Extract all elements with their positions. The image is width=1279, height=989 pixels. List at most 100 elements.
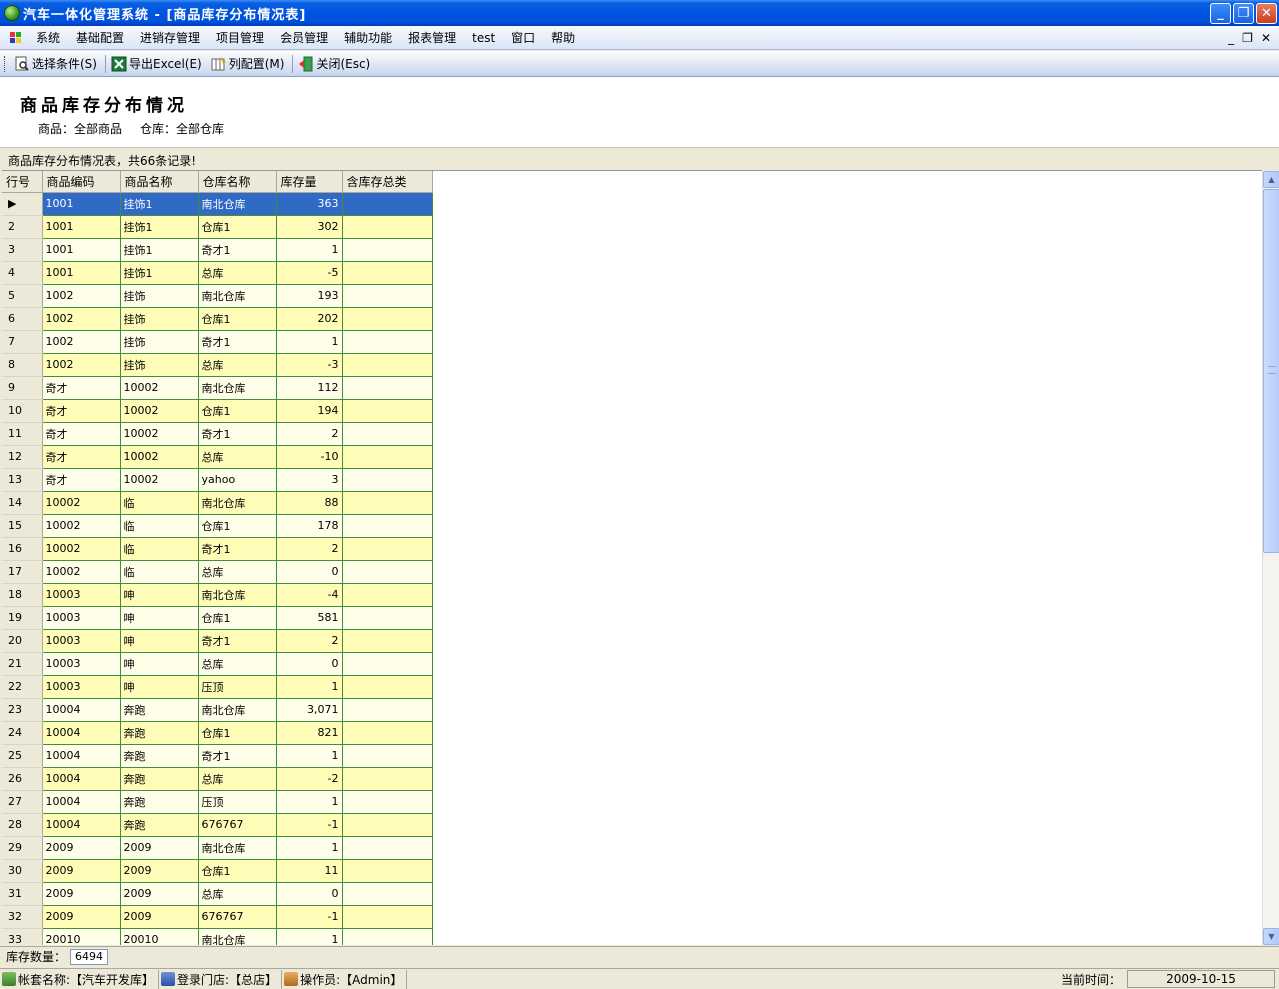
menu-project[interactable]: 项目管理: [208, 29, 272, 46]
cell-stock-qty[interactable]: -10: [275, 444, 343, 469]
cell-row-number[interactable]: 4: [2, 261, 43, 285]
cell-product-name[interactable]: 10002: [119, 375, 199, 400]
cell-product-code[interactable]: 20010: [41, 927, 121, 945]
menu-inventory[interactable]: 进销存管理: [132, 29, 208, 46]
cell-row-number[interactable]: 31: [2, 882, 43, 906]
cell-stock-qty[interactable]: 202: [275, 306, 343, 331]
cell-warehouse-name[interactable]: 奇才1: [197, 237, 277, 262]
cell-product-code[interactable]: 1002: [41, 306, 121, 331]
cell-row-number[interactable]: 27: [2, 790, 43, 814]
cell-stock-qty[interactable]: -1: [275, 904, 343, 929]
column-config-button[interactable]: 列配置(M): [208, 53, 291, 75]
cell-stock-qty[interactable]: 194: [275, 398, 343, 423]
cell-warehouse-name[interactable]: 仓库1: [197, 858, 277, 883]
scroll-down-arrow-icon[interactable]: ▼: [1263, 928, 1279, 945]
table-row[interactable]: 33 20010 20010 南北仓库 1: [2, 927, 433, 945]
cell-row-number[interactable]: 22: [2, 675, 43, 699]
table-row[interactable]: 6 1002 挂饰 仓库1 202: [2, 306, 433, 331]
table-row[interactable]: 19 10003 呻仓库1 581: [2, 605, 433, 630]
cell-product-code[interactable]: 奇才: [41, 375, 121, 400]
table-row[interactable]: 24 10004 奔跑 仓库1 821: [2, 720, 433, 745]
cell-stock-qty[interactable]: 2: [275, 628, 343, 653]
cell-stock-qty[interactable]: 1: [275, 329, 343, 354]
cell-stock-category[interactable]: [341, 628, 433, 653]
cell-stock-category[interactable]: [341, 697, 433, 722]
cell-product-code[interactable]: 10003: [41, 674, 121, 699]
cell-stock-qty[interactable]: 0: [275, 559, 343, 584]
cell-product-code[interactable]: 2009: [41, 835, 121, 860]
cell-row-number[interactable]: 9: [2, 376, 43, 400]
cell-stock-qty[interactable]: 302: [275, 214, 343, 239]
cell-stock-qty[interactable]: 363: [275, 191, 343, 216]
cell-product-name[interactable]: 10002: [119, 467, 199, 492]
cell-warehouse-name[interactable]: 南北仓库: [197, 582, 277, 607]
mdi-close-button[interactable]: ✕: [1261, 31, 1271, 45]
cell-product-code[interactable]: 10004: [41, 766, 121, 791]
menu-test[interactable]: test: [464, 31, 503, 45]
cell-product-name[interactable]: 奔跑: [119, 789, 199, 814]
table-row[interactable]: 27 10004 奔跑 压顶 1: [2, 789, 433, 814]
cell-product-name[interactable]: 挂饰1: [119, 214, 199, 239]
cell-warehouse-name[interactable]: 压顶: [197, 789, 277, 814]
cell-product-name[interactable]: 挂饰1: [119, 237, 199, 262]
cell-stock-qty[interactable]: -4: [275, 582, 343, 607]
table-row[interactable]: 29 2009 2009 南北仓库 1: [2, 835, 433, 860]
cell-row-number[interactable]: 18: [2, 583, 43, 607]
cell-warehouse-name[interactable]: 南北仓库: [197, 490, 277, 515]
cell-row-number[interactable]: 26: [2, 767, 43, 791]
table-row[interactable]: 5 1002 挂饰 南北仓库 193: [2, 283, 433, 308]
cell-warehouse-name[interactable]: 总库: [197, 766, 277, 791]
cell-stock-category[interactable]: [341, 766, 433, 791]
table-row[interactable]: 25 10004 奔跑 奇才1 1: [2, 743, 433, 768]
mdi-minimize-button[interactable]: _: [1228, 31, 1234, 45]
cell-product-name[interactable]: 挂饰1: [119, 260, 199, 285]
cell-product-name[interactable]: 呻: [119, 651, 199, 676]
cell-product-name[interactable]: 10002: [119, 444, 199, 469]
cell-warehouse-name[interactable]: 奇才1: [197, 628, 277, 653]
cell-product-name[interactable]: 20010: [119, 927, 199, 945]
cell-warehouse-name[interactable]: 676767: [197, 812, 277, 837]
cell-stock-qty[interactable]: 0: [275, 651, 343, 676]
cell-warehouse-name[interactable]: 奇才1: [197, 536, 277, 561]
cell-stock-category[interactable]: [341, 444, 433, 469]
cell-product-code[interactable]: 10003: [41, 628, 121, 653]
cell-warehouse-name[interactable]: 奇才1: [197, 743, 277, 768]
cell-stock-qty[interactable]: 193: [275, 283, 343, 308]
cell-product-code[interactable]: 1002: [41, 329, 121, 354]
table-row[interactable]: 13 奇才 10002 yahoo 3: [2, 467, 433, 492]
cell-row-number[interactable]: 20: [2, 629, 43, 653]
cell-product-code[interactable]: 1001: [41, 214, 121, 239]
cell-stock-qty[interactable]: 3: [275, 467, 343, 492]
cell-row-number[interactable]: 17: [2, 560, 43, 584]
cell-product-name[interactable]: 奔跑: [119, 766, 199, 791]
cell-product-name[interactable]: 奔跑: [119, 720, 199, 745]
cell-stock-qty[interactable]: 178: [275, 513, 343, 538]
cell-stock-category[interactable]: [341, 375, 433, 400]
cell-stock-category[interactable]: [341, 858, 433, 883]
cell-product-name[interactable]: 临: [119, 513, 199, 538]
cell-product-name[interactable]: 奔跑: [119, 697, 199, 722]
cell-product-code[interactable]: 10004: [41, 789, 121, 814]
cell-product-code[interactable]: 奇才: [41, 398, 121, 423]
table-row[interactable]: 2 1001 挂饰1 仓库1 302: [2, 214, 433, 239]
cell-warehouse-name[interactable]: 总库: [197, 444, 277, 469]
cell-row-number[interactable]: 32: [2, 905, 43, 929]
cell-stock-category[interactable]: [341, 398, 433, 423]
table-row[interactable]: 31 2009 2009 总库 0: [2, 881, 433, 906]
cell-product-code[interactable]: 10002: [41, 513, 121, 538]
cell-row-number[interactable]: 6: [2, 307, 43, 331]
cell-stock-qty[interactable]: 88: [275, 490, 343, 515]
column-header-product-name[interactable]: 商品名称: [120, 171, 199, 193]
table-row[interactable]: 4 1001 挂饰1 总库 -5: [2, 260, 433, 285]
cell-stock-qty[interactable]: 11: [275, 858, 343, 883]
cell-stock-category[interactable]: [341, 467, 433, 492]
menu-window[interactable]: 窗口: [503, 29, 543, 46]
table-row[interactable]: 8 1002 挂饰 总库 -3: [2, 352, 433, 377]
cell-product-name[interactable]: 挂饰: [119, 329, 199, 354]
cell-warehouse-name[interactable]: 总库: [197, 260, 277, 285]
cell-warehouse-name[interactable]: 总库: [197, 651, 277, 676]
cell-row-number[interactable]: 25: [2, 744, 43, 768]
cell-warehouse-name[interactable]: 南北仓库: [197, 835, 277, 860]
table-row[interactable]: 12 奇才 10002 总库 -10: [2, 444, 433, 469]
cell-stock-category[interactable]: [341, 421, 433, 446]
